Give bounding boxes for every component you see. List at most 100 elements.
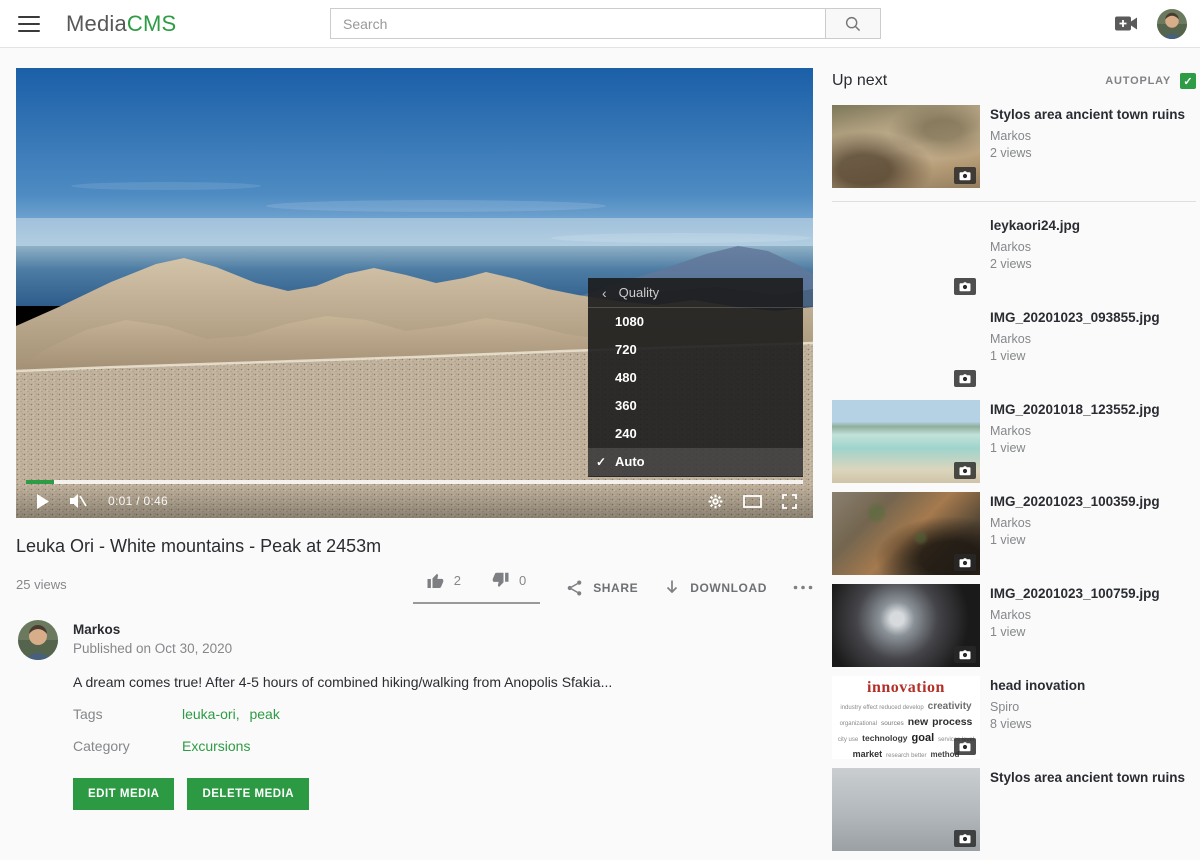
related-media-title: IMG_20201023_100759.jpg <box>990 586 1160 603</box>
camera-icon <box>959 650 971 660</box>
related-media-views: 1 view <box>990 349 1160 363</box>
related-media-item[interactable]: innovationindustry effect reduced develo… <box>832 676 1196 759</box>
wordcloud-word: process <box>932 717 972 728</box>
related-media-thumbnail[interactable] <box>832 400 980 483</box>
quality-options-list: 1080720480360240✓Auto <box>588 308 803 476</box>
related-media-title: head inovation <box>990 678 1085 695</box>
thumbs-up-icon <box>426 571 445 589</box>
fullscreen-button[interactable] <box>782 494 797 509</box>
avatar-photo <box>1157 9 1187 39</box>
related-media-thumbnail[interactable] <box>832 584 980 667</box>
user-avatar[interactable] <box>1157 9 1187 39</box>
camera-badge <box>954 738 976 755</box>
app-logo[interactable]: MediaCMS <box>66 11 176 37</box>
autoplay-checkbox[interactable]: ✓ <box>1180 73 1196 89</box>
video-player[interactable]: 0:01 / 0:46 <box>16 68 813 518</box>
quality-option-480[interactable]: 480 <box>588 364 803 392</box>
logo-text-cms: CMS <box>127 11 177 36</box>
category-link-excursions[interactable]: Excursions <box>182 738 250 754</box>
author-avatar-photo <box>18 620 58 660</box>
media-actions: 2 0 SHARE <box>413 571 813 604</box>
related-media-thumbnail[interactable] <box>832 308 980 391</box>
play-button[interactable] <box>36 494 49 509</box>
author-avatar[interactable] <box>18 620 58 660</box>
camera-icon <box>959 374 971 384</box>
quality-menu-back[interactable]: ‹ Quality <box>588 278 803 308</box>
theater-mode-button[interactable] <box>743 495 762 508</box>
download-button[interactable]: DOWNLOAD <box>664 579 767 596</box>
time-display: 0:01 / 0:46 <box>108 494 168 508</box>
share-icon <box>566 579 583 597</box>
related-media-list: Stylos area ancient town ruins Markos 2 … <box>832 105 1196 851</box>
related-media-author: Markos <box>990 129 1185 143</box>
play-icon <box>36 494 49 509</box>
views-count: 25 views <box>16 571 67 592</box>
dislike-button[interactable]: 0 <box>491 571 526 589</box>
chevron-left-icon: ‹ <box>602 285 607 301</box>
camera-icon <box>959 171 971 181</box>
more-actions-button[interactable] <box>793 585 813 590</box>
quality-option-auto[interactable]: ✓Auto <box>588 448 803 476</box>
download-label: DOWNLOAD <box>690 581 767 595</box>
related-media-thumbnail[interactable] <box>832 492 980 575</box>
camera-badge <box>954 167 976 184</box>
publish-date: Published on Oct 30, 2020 <box>73 641 232 656</box>
up-next-title: Up next <box>832 72 887 90</box>
related-media-item[interactable]: Stylos area ancient town ruins Markos 2 … <box>832 105 1196 188</box>
related-media-item[interactable]: IMG_20201018_123552.jpg Markos 1 view <box>832 400 1196 483</box>
related-media-title: IMG_20201023_100359.jpg <box>990 494 1160 511</box>
related-media-author: Markos <box>990 332 1160 346</box>
check-icon: ✓ <box>596 448 606 476</box>
delete-media-button[interactable]: DELETE MEDIA <box>187 778 309 810</box>
related-media-item[interactable]: IMG_20201023_100759.jpg Markos 1 view <box>832 584 1196 667</box>
like-button[interactable]: 2 <box>426 571 461 589</box>
search-input[interactable] <box>330 8 826 39</box>
share-button[interactable]: SHARE <box>566 579 638 597</box>
thumbs-down-icon <box>491 571 510 589</box>
gear-icon <box>708 494 723 509</box>
wordcloud-word: goal <box>912 733 935 744</box>
up-next-divider <box>832 201 1196 202</box>
menu-icon[interactable] <box>18 16 40 32</box>
camera-icon <box>959 558 971 568</box>
wordcloud-word: organizational <box>840 721 877 727</box>
related-media-item[interactable]: IMG_20201023_100359.jpg Markos 1 view <box>832 492 1196 575</box>
media-title: Leuka Ori - White mountains - Peak at 24… <box>16 536 813 557</box>
theater-mode-icon <box>743 495 762 508</box>
related-media-title: leykaori24.jpg <box>990 218 1080 235</box>
related-media-thumbnail[interactable] <box>832 216 980 299</box>
tag-link-leuka-ori[interactable]: leuka-ori, <box>182 706 240 722</box>
tag-link-peak[interactable]: peak <box>249 706 279 722</box>
related-media-thumbnail[interactable]: innovationindustry effect reduced develo… <box>832 676 980 759</box>
camera-icon <box>959 742 971 752</box>
wordcloud-word: new <box>908 717 928 728</box>
media-description: A dream comes true! After 4-5 hours of c… <box>73 674 813 690</box>
download-icon <box>664 579 680 596</box>
upload-media-button[interactable] <box>1114 15 1138 37</box>
quality-menu: ‹ Quality 1080720480360240✓Auto <box>588 278 803 477</box>
related-media-thumbnail[interactable] <box>832 105 980 188</box>
related-media-views: 1 view <box>990 533 1160 547</box>
camera-badge <box>954 830 976 847</box>
edit-media-button[interactable]: EDIT MEDIA <box>73 778 174 810</box>
related-media-item[interactable]: IMG_20201023_093855.jpg Markos 1 view <box>832 308 1196 391</box>
related-media-views: 8 views <box>990 717 1085 731</box>
camera-badge <box>954 646 976 663</box>
author-name[interactable]: Markos <box>73 622 232 637</box>
quality-option-360[interactable]: 360 <box>588 392 803 420</box>
quality-option-720[interactable]: 720 <box>588 336 803 364</box>
quality-option-240[interactable]: 240 <box>588 420 803 448</box>
rating-group: 2 0 <box>413 571 540 604</box>
related-media-item[interactable]: Stylos area ancient town ruins <box>832 768 1196 851</box>
camera-badge <box>954 370 976 387</box>
mute-button[interactable] <box>69 493 88 509</box>
related-media-author: Markos <box>990 240 1080 254</box>
related-media-views: 2 views <box>990 257 1080 271</box>
related-media-thumbnail[interactable] <box>832 768 980 851</box>
quality-option-1080[interactable]: 1080 <box>588 308 803 336</box>
search-icon <box>844 15 862 33</box>
related-media-item[interactable]: leykaori24.jpg Markos 2 views <box>832 216 1196 299</box>
search-button[interactable] <box>826 8 881 39</box>
tags-row: Tags leuka-ori, peak <box>73 706 813 722</box>
settings-button[interactable] <box>708 494 723 509</box>
